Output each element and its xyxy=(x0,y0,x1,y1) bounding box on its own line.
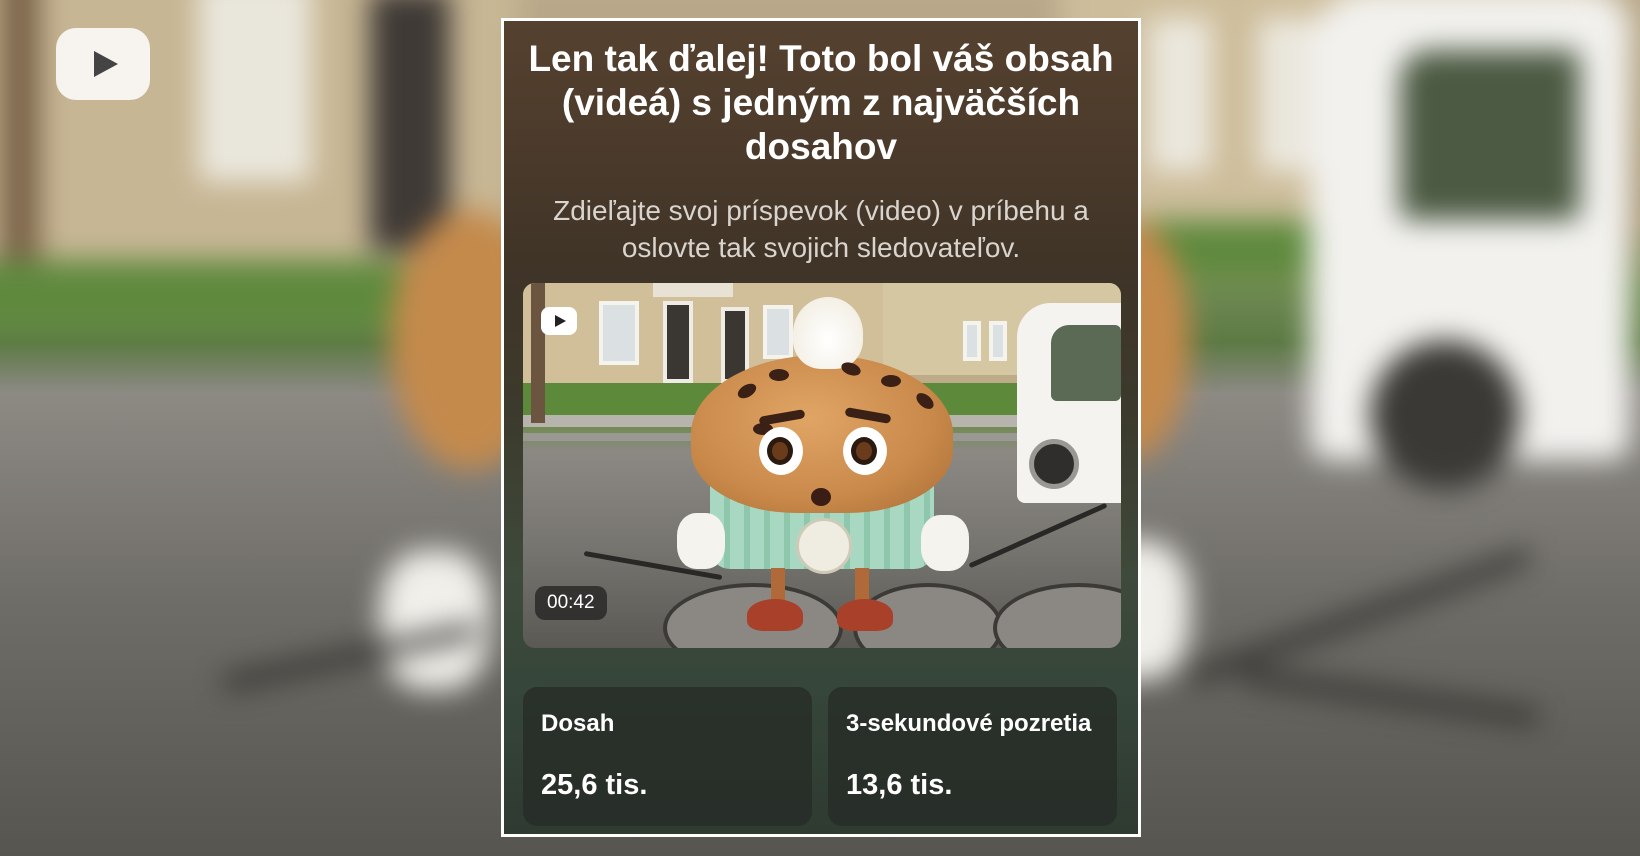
background-youtube-icon xyxy=(56,28,150,100)
metric-value: 13,6 tis. xyxy=(846,769,953,801)
metric-label: 3-sekundové pozretia xyxy=(846,710,1092,737)
card-title: Len tak ďalej! Toto bol váš obsah (videá… xyxy=(528,38,1114,167)
metric-tile-reach: Dosah 25,6 tis. xyxy=(523,687,812,826)
metric-label: Dosah xyxy=(541,710,615,737)
youtube-play-icon xyxy=(541,307,577,335)
video-duration-badge: 00:42 xyxy=(535,586,607,620)
top-content-card: Len tak ďalej! Toto bol váš obsah (videá… xyxy=(501,18,1141,837)
card-subtitle: Zdieľajte svoj príspevok (video) v príbe… xyxy=(553,195,1089,263)
metric-tile-3s-views: 3-sekundové pozretia 13,6 tis. xyxy=(828,687,1117,826)
metric-value: 25,6 tis. xyxy=(541,769,648,801)
video-thumbnail[interactable]: 00:42 xyxy=(523,283,1121,648)
